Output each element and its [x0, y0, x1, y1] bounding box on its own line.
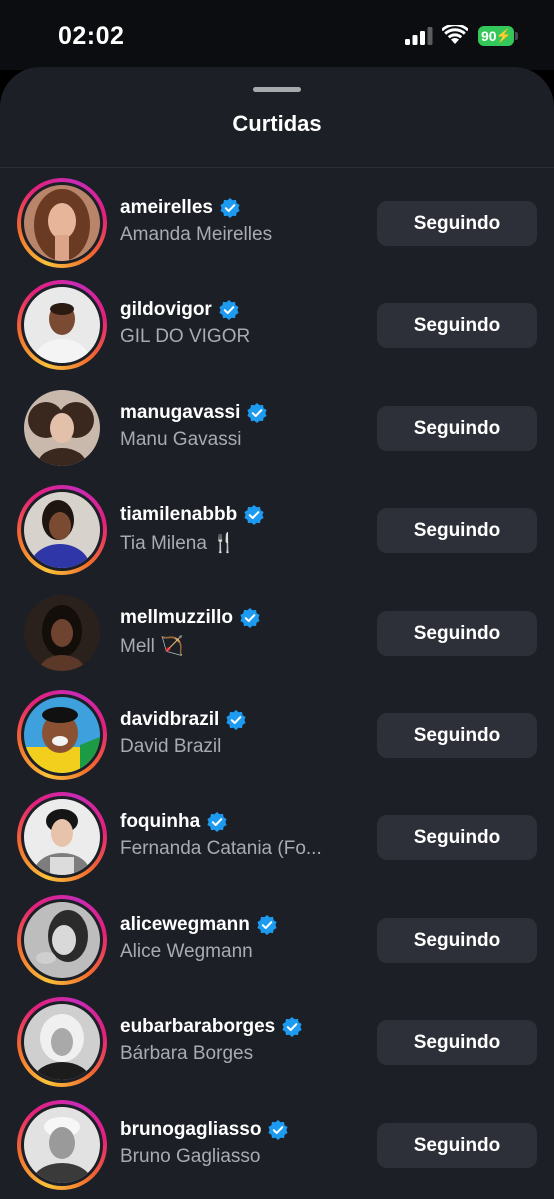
user-info: tiamilenabbb Tia Milena 🍴: [120, 502, 360, 555]
username[interactable]: davidbrazil: [120, 709, 219, 731]
wifi-icon: [442, 25, 468, 44]
list-item[interactable]: gildovigor GIL DO VIGOR Seguindo: [0, 279, 554, 381]
username[interactable]: foquinha: [120, 811, 200, 833]
verified-badge-icon: [240, 607, 260, 628]
verified-badge-icon: [247, 402, 268, 423]
liked-by-list: ameirelles Amanda Meirelles Seguindo gil…: [0, 177, 554, 1199]
user-info: foquinha Fernanda Catania (Fo...: [120, 809, 360, 860]
avatar[interactable]: [24, 492, 100, 569]
story-ring[interactable]: [17, 792, 107, 883]
verified-badge-icon: [219, 300, 239, 321]
username[interactable]: ameirelles: [120, 197, 213, 219]
avatar[interactable]: [24, 799, 100, 876]
avatar[interactable]: [24, 389, 100, 466]
list-item[interactable]: brunogagliasso Bruno Gagliasso Seguindo: [0, 1099, 554, 1199]
battery-charging-icon: 90 ⚡: [478, 26, 514, 46]
user-info: ameirelles Amanda Meirelles: [120, 195, 360, 246]
list-item[interactable]: alicewegmann Alice Wegmann Seguindo: [0, 894, 554, 996]
following-button[interactable]: Seguindo: [377, 303, 537, 349]
avatar[interactable]: [24, 1004, 100, 1081]
battery-level: 90: [481, 28, 497, 44]
full-name: Fernanda Catania (Fo...: [120, 838, 322, 860]
sheet-title: Curtidas: [232, 111, 322, 136]
story-ring[interactable]: [17, 997, 107, 1088]
username[interactable]: tiamilenabbb: [120, 504, 237, 526]
status-bar: 02:02 90 ⚡: [0, 0, 554, 70]
following-button[interactable]: Seguindo: [377, 405, 537, 451]
user-info: alicewegmann Alice Wegmann: [120, 912, 360, 963]
list-item[interactable]: foquinha Fernanda Catania (Fo... Seguind…: [0, 791, 554, 893]
battery-cap: [515, 32, 518, 40]
username[interactable]: gildovigor: [120, 299, 212, 321]
following-button[interactable]: Seguindo: [377, 815, 537, 861]
following-button[interactable]: Seguindo: [377, 712, 537, 758]
full-name: GIL DO VIGOR: [120, 326, 251, 348]
full-name: Mell 🏹: [120, 635, 184, 657]
avatar[interactable]: [24, 594, 100, 671]
sheet-grab-handle[interactable]: [253, 87, 301, 92]
story-ring[interactable]: [17, 280, 107, 371]
full-name: Bruno Gagliasso: [120, 1145, 261, 1167]
full-name: David Brazil: [120, 735, 222, 757]
avatar[interactable]: [24, 287, 100, 364]
following-button[interactable]: Seguindo: [377, 917, 537, 963]
username[interactable]: manugavassi: [120, 402, 240, 424]
list-item[interactable]: tiamilenabbb Tia Milena 🍴 Seguindo: [0, 484, 554, 586]
avatar-frame[interactable]: [17, 383, 107, 473]
list-item[interactable]: mellmuzzillo Mell 🏹 Seguindo: [0, 587, 554, 689]
full-name: Bárbara Borges: [120, 1043, 254, 1065]
following-button[interactable]: Seguindo: [377, 201, 537, 246]
following-button[interactable]: Seguindo: [377, 610, 537, 656]
verified-badge-icon: [207, 812, 227, 833]
list-item[interactable]: manugavassi Manu Gavassi Seguindo: [0, 382, 554, 484]
avatar-frame[interactable]: [17, 588, 107, 678]
user-info: davidbrazil David Brazil: [120, 707, 360, 758]
verified-badge-icon: [282, 1017, 302, 1038]
list-item[interactable]: eubarbaraborges Bárbara Borges Seguindo: [0, 996, 554, 1098]
username[interactable]: brunogagliasso: [120, 1119, 261, 1141]
avatar[interactable]: [24, 185, 100, 261]
story-ring[interactable]: [17, 485, 107, 576]
verified-badge-icon: [257, 914, 277, 935]
full-name: Alice Wegmann: [120, 940, 253, 962]
full-name: Tia Milena 🍴: [120, 533, 236, 555]
following-button[interactable]: Seguindo: [377, 1122, 537, 1168]
user-info: eubarbaraborges Bárbara Borges: [120, 1014, 360, 1065]
full-name: Amanda Meirelles: [120, 224, 273, 245]
sheet-divider: [0, 167, 554, 168]
username[interactable]: alicewegmann: [120, 914, 250, 936]
user-info: manugavassi Manu Gavassi: [120, 400, 360, 451]
likes-sheet: Curtidas ameirelles Amanda Meirelles Seg…: [0, 67, 554, 1199]
verified-badge-icon: [244, 505, 264, 526]
verified-badge-icon: [268, 1119, 289, 1140]
username[interactable]: eubarbaraborges: [120, 1016, 275, 1038]
following-button[interactable]: Seguindo: [377, 1020, 537, 1066]
story-ring[interactable]: [17, 178, 107, 268]
verified-badge-icon: [220, 198, 240, 218]
list-item[interactable]: ameirelles Amanda Meirelles Seguindo: [0, 177, 554, 279]
avatar[interactable]: [24, 1106, 100, 1183]
user-info: gildovigor GIL DO VIGOR: [120, 297, 360, 348]
bolt-icon: ⚡: [495, 28, 512, 43]
following-button[interactable]: Seguindo: [377, 508, 537, 554]
verified-badge-icon: [226, 709, 246, 730]
avatar[interactable]: [24, 696, 100, 773]
user-info: brunogagliasso Bruno Gagliasso: [120, 1117, 360, 1168]
status-time: 02:02: [58, 22, 125, 50]
signal-icon: [405, 27, 433, 45]
story-ring[interactable]: [17, 689, 107, 780]
story-ring[interactable]: [17, 894, 107, 985]
story-ring[interactable]: [17, 1099, 107, 1190]
user-info: mellmuzzillo Mell 🏹: [120, 605, 360, 658]
username[interactable]: mellmuzzillo: [120, 607, 233, 629]
avatar[interactable]: [24, 901, 100, 978]
list-item[interactable]: davidbrazil David Brazil Seguindo: [0, 689, 554, 791]
full-name: Manu Gavassi: [120, 428, 242, 450]
